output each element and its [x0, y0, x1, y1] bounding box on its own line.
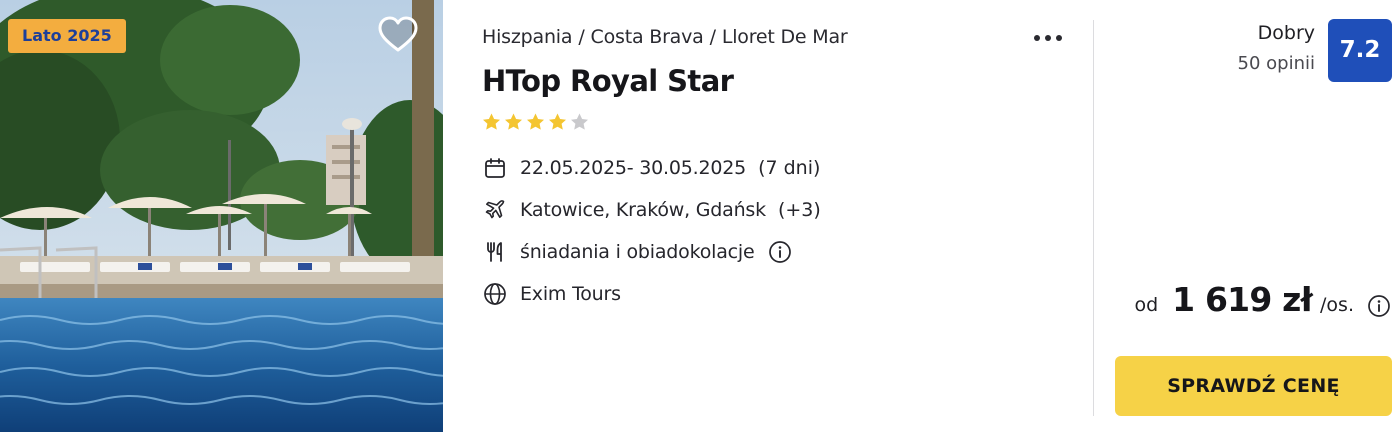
star-empty-icon — [571, 113, 588, 130]
travel-dates: 22.05.2025- 30.05.2025 — [520, 157, 747, 179]
hotel-photo[interactable]: Lato 2025 — [0, 0, 443, 432]
star-filled-icon — [505, 113, 522, 130]
operator-row: Exim Tours — [482, 281, 621, 307]
board-row: śniadania i obiadokolacje — [482, 239, 792, 265]
departure-airports: Katowice, Kraków, Gdańsk — [520, 199, 766, 221]
travel-duration: (7 dni) — [758, 157, 821, 179]
globe-icon — [482, 281, 508, 307]
hotel-pool-image — [0, 0, 443, 432]
hotel-name[interactable]: HTop Royal Star — [482, 64, 734, 98]
dates-row: 22.05.2025- 30.05.2025 (7 dni) — [482, 155, 820, 181]
board-type: śniadania i obiadokolacje — [520, 241, 755, 263]
board-info-icon[interactable] — [768, 240, 792, 264]
column-divider — [1093, 20, 1094, 416]
price-amount: 1 619 zł — [1172, 280, 1313, 319]
calendar-icon — [482, 155, 508, 181]
breadcrumb-country[interactable]: Hiszpania — [482, 26, 573, 48]
airplane-icon — [482, 197, 508, 223]
more-options-button[interactable] — [1030, 28, 1066, 48]
more-dots-icon — [1034, 35, 1062, 41]
season-badge: Lato 2025 — [8, 19, 126, 53]
reviews-count[interactable]: 50 opinii — [1238, 53, 1315, 74]
heart-outline-icon — [378, 16, 418, 52]
star-filled-icon — [527, 113, 544, 130]
price-per-person: /os. — [1320, 294, 1354, 316]
breadcrumb-separator: / — [578, 26, 585, 48]
star-filled-icon — [549, 113, 566, 130]
breadcrumb-region[interactable]: Costa Brava — [591, 26, 704, 48]
star-filled-icon — [483, 113, 500, 130]
favorite-button[interactable] — [376, 14, 420, 56]
score-badge: 7.2 — [1328, 19, 1392, 82]
cutlery-icon — [482, 239, 508, 265]
airports-row: Katowice, Kraków, Gdańsk (+3) — [482, 197, 821, 223]
check-price-button[interactable]: SPRAWDŹ CENĘ — [1115, 356, 1392, 416]
breadcrumb: Hiszpania / Costa Brava / Lloret De Mar — [482, 26, 848, 48]
tour-operator: Exim Tours — [520, 283, 621, 305]
price: od 1 619 zł /os. — [1134, 280, 1354, 319]
rating-label: Dobry — [1257, 22, 1315, 44]
more-airports-count[interactable]: (+3) — [778, 199, 821, 221]
star-rating — [481, 112, 590, 132]
breadcrumb-city[interactable]: Lloret De Mar — [722, 26, 848, 48]
offer-card: Lato 2025 Hiszpania / Costa Brava / Lloret D… — [0, 0, 1400, 432]
breadcrumb-separator: / — [709, 26, 716, 48]
price-info-icon[interactable] — [1367, 294, 1391, 318]
price-from-label: od — [1134, 294, 1159, 316]
